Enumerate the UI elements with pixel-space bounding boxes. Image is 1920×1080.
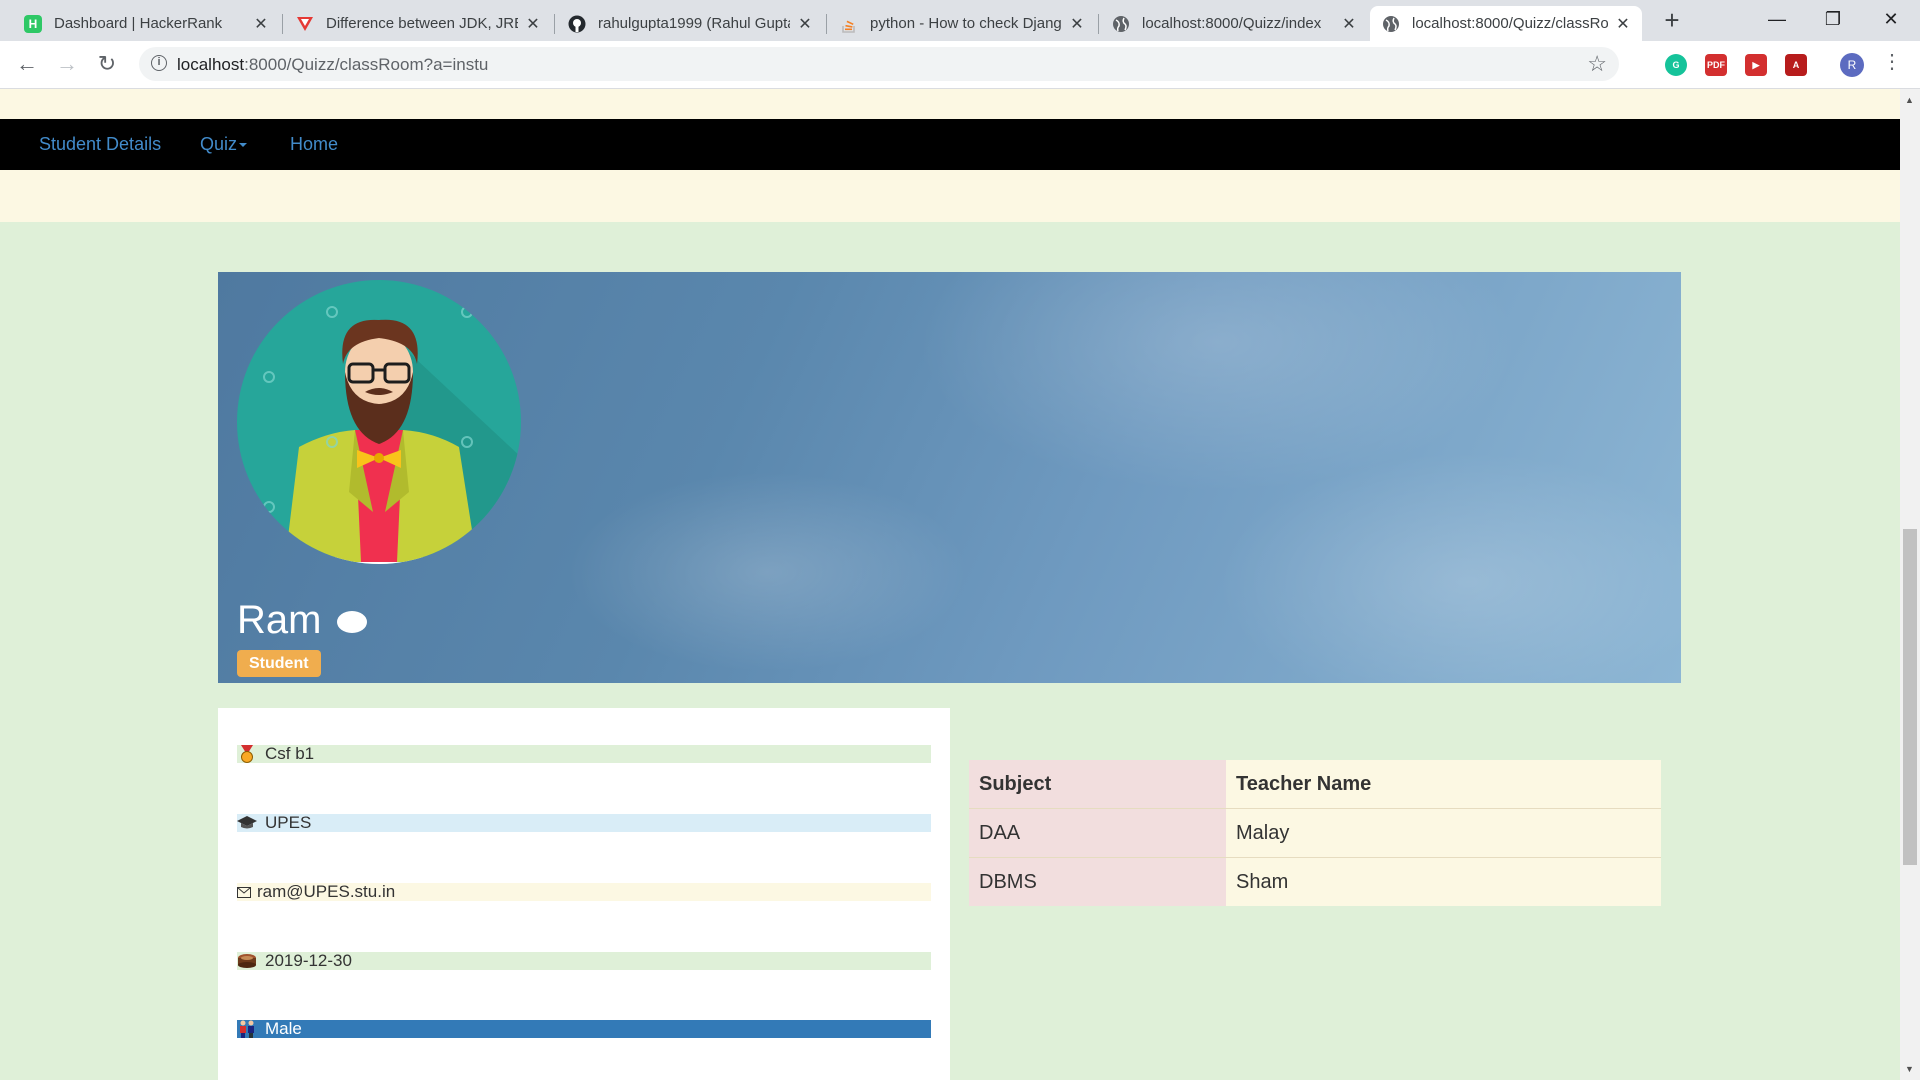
close-tab-icon[interactable]: ✕ xyxy=(1340,14,1358,34)
tab-separator xyxy=(1098,14,1099,34)
scroll-up-icon[interactable]: ▲ xyxy=(1905,95,1914,105)
tab-title: localhost:8000/Quizz/index xyxy=(1142,15,1322,32)
tab-separator xyxy=(826,14,827,34)
detail-row-section: Csf b1 xyxy=(237,745,931,763)
tab-title: python - How to check Django xyxy=(870,15,1062,32)
detail-row-university: UPES xyxy=(237,814,931,832)
hackerrank-icon: H xyxy=(24,14,42,33)
column-header-teacher: Teacher Name xyxy=(1226,760,1661,809)
minimize-icon[interactable]: — xyxy=(1752,0,1802,38)
subjects-table: Subject Teacher Name DAA Malay DBMS Sham xyxy=(969,760,1661,906)
tab-separator xyxy=(554,14,555,34)
site-info-icon[interactable]: i xyxy=(151,55,167,71)
close-tab-icon[interactable]: ✕ xyxy=(1614,14,1632,34)
browser-toolbar: ← → ↻ i localhost:8000/Quizz/classRoom?a… xyxy=(0,41,1920,89)
acrobat-icon[interactable]: A xyxy=(1785,54,1807,76)
envelope-icon xyxy=(237,884,251,900)
profile-banner: Ram Student xyxy=(218,272,1681,683)
subject-cell: DBMS xyxy=(969,857,1226,906)
tab-localhost-index[interactable]: localhost:8000/Quizz/index ✕ xyxy=(1100,6,1368,41)
tab-stackoverflow[interactable]: python - How to check Django ✕ xyxy=(828,6,1096,41)
tab-title: rahulgupta1999 (Rahul Gupta) xyxy=(598,15,790,32)
detail-row-email: ram@UPES.stu.in xyxy=(237,883,931,901)
scroll-thumb[interactable] xyxy=(1903,529,1917,865)
youtube-icon[interactable]: ▶ xyxy=(1745,54,1767,76)
cake-icon xyxy=(237,953,257,969)
bookmark-star-icon[interactable]: ☆ xyxy=(1587,51,1607,77)
teacher-cell: Sham xyxy=(1226,857,1661,906)
tab-github[interactable]: rahulgupta1999 (Rahul Gupta) ✕ xyxy=(556,6,824,41)
forward-icon[interactable]: → xyxy=(52,49,82,79)
tab-geeks[interactable]: Difference between JDK, JRE ✕ xyxy=(284,6,552,41)
tab-title: Difference between JDK, JRE xyxy=(326,15,518,32)
column-header-subject: Subject xyxy=(969,760,1226,809)
table-header-row: Subject Teacher Name xyxy=(969,760,1661,809)
pdf-icon[interactable]: PDF xyxy=(1705,54,1727,76)
profile-name: Ram xyxy=(237,598,367,643)
grammarly-icon[interactable]: G xyxy=(1665,54,1687,76)
detail-text: Csf b1 xyxy=(265,744,315,763)
close-window-icon[interactable]: ✕ xyxy=(1866,0,1916,38)
status-dot-icon xyxy=(336,611,367,634)
geeks-icon xyxy=(296,15,314,33)
student-details-card: Csf b1 UPES ram@UPES.stu.in 2019-12-30 M… xyxy=(218,708,950,1080)
page-scrollbar[interactable]: ▲ ▼ xyxy=(1900,89,1920,1080)
subject-cell: DAA xyxy=(969,808,1226,858)
nav-home[interactable]: Home xyxy=(290,134,338,155)
nav-quiz-dropdown[interactable]: Quiz xyxy=(200,134,248,155)
banner-texture xyxy=(568,472,968,672)
couple-icon xyxy=(237,1020,257,1038)
scroll-down-icon[interactable]: ▼ xyxy=(1905,1064,1914,1074)
page-viewport: Student Details Quiz Home Ram Student Cs… xyxy=(0,89,1900,1080)
detail-text: ram@UPES.stu.in xyxy=(257,882,396,901)
tab-separator xyxy=(282,14,283,34)
close-tab-icon[interactable]: ✕ xyxy=(524,14,542,34)
url-text[interactable]: localhost:8000/Quizz/classRoom?a=instu xyxy=(177,55,488,75)
reload-icon[interactable]: ↻ xyxy=(92,49,122,79)
address-bar[interactable]: i localhost:8000/Quizz/classRoom?a=instu… xyxy=(139,47,1619,81)
nav-quiz-label: Quiz xyxy=(200,134,238,154)
back-icon[interactable]: ← xyxy=(12,49,42,79)
table-row: DAA Malay xyxy=(969,808,1661,858)
main-navbar: Student Details Quiz Home xyxy=(0,119,1900,170)
graduation-cap-icon xyxy=(237,815,257,831)
detail-text: Male xyxy=(265,1019,302,1038)
browser-tab-strip: H Dashboard | HackerRank ✕ Difference be… xyxy=(0,0,1920,41)
tab-localhost-classroom[interactable]: localhost:8000/Quizz/classRoom?a=instu ✕ xyxy=(1370,6,1642,41)
profile-avatar[interactable]: R xyxy=(1840,53,1864,77)
nav-student-details[interactable]: Student Details xyxy=(39,134,161,155)
profile-name-text: Ram xyxy=(237,598,322,642)
table-row: DBMS Sham xyxy=(969,857,1661,906)
detail-text: 2019-12-30 xyxy=(265,951,352,970)
tab-title: localhost:8000/Quizz/classRoom?a=instu xyxy=(1412,15,1608,32)
restore-icon[interactable]: ❐ xyxy=(1808,0,1858,38)
medal-icon xyxy=(237,745,257,763)
detail-row-dob: 2019-12-30 xyxy=(237,952,931,970)
detail-text: UPES xyxy=(265,813,312,832)
tab-title: Dashboard | HackerRank xyxy=(54,15,223,32)
teacher-cell: Malay xyxy=(1226,808,1661,858)
header-band: Student Details Quiz Home xyxy=(0,89,1900,222)
close-tab-icon[interactable]: ✕ xyxy=(252,14,270,34)
detail-row-gender: Male xyxy=(237,1020,931,1038)
globe-icon xyxy=(1382,15,1400,33)
role-badge: Student xyxy=(237,650,321,677)
stackoverflow-icon xyxy=(840,15,858,33)
close-tab-icon[interactable]: ✕ xyxy=(796,14,814,34)
browser-menu-icon[interactable]: ⋮ xyxy=(1882,49,1902,74)
close-tab-icon[interactable]: ✕ xyxy=(1068,14,1086,34)
new-tab-button[interactable]: + xyxy=(1657,6,1687,36)
github-icon xyxy=(568,15,586,33)
globe-icon xyxy=(1112,15,1130,33)
tab-hackerrank[interactable]: H Dashboard | HackerRank ✕ xyxy=(12,6,280,41)
caret-down-icon xyxy=(239,143,248,148)
avatar xyxy=(237,280,521,564)
